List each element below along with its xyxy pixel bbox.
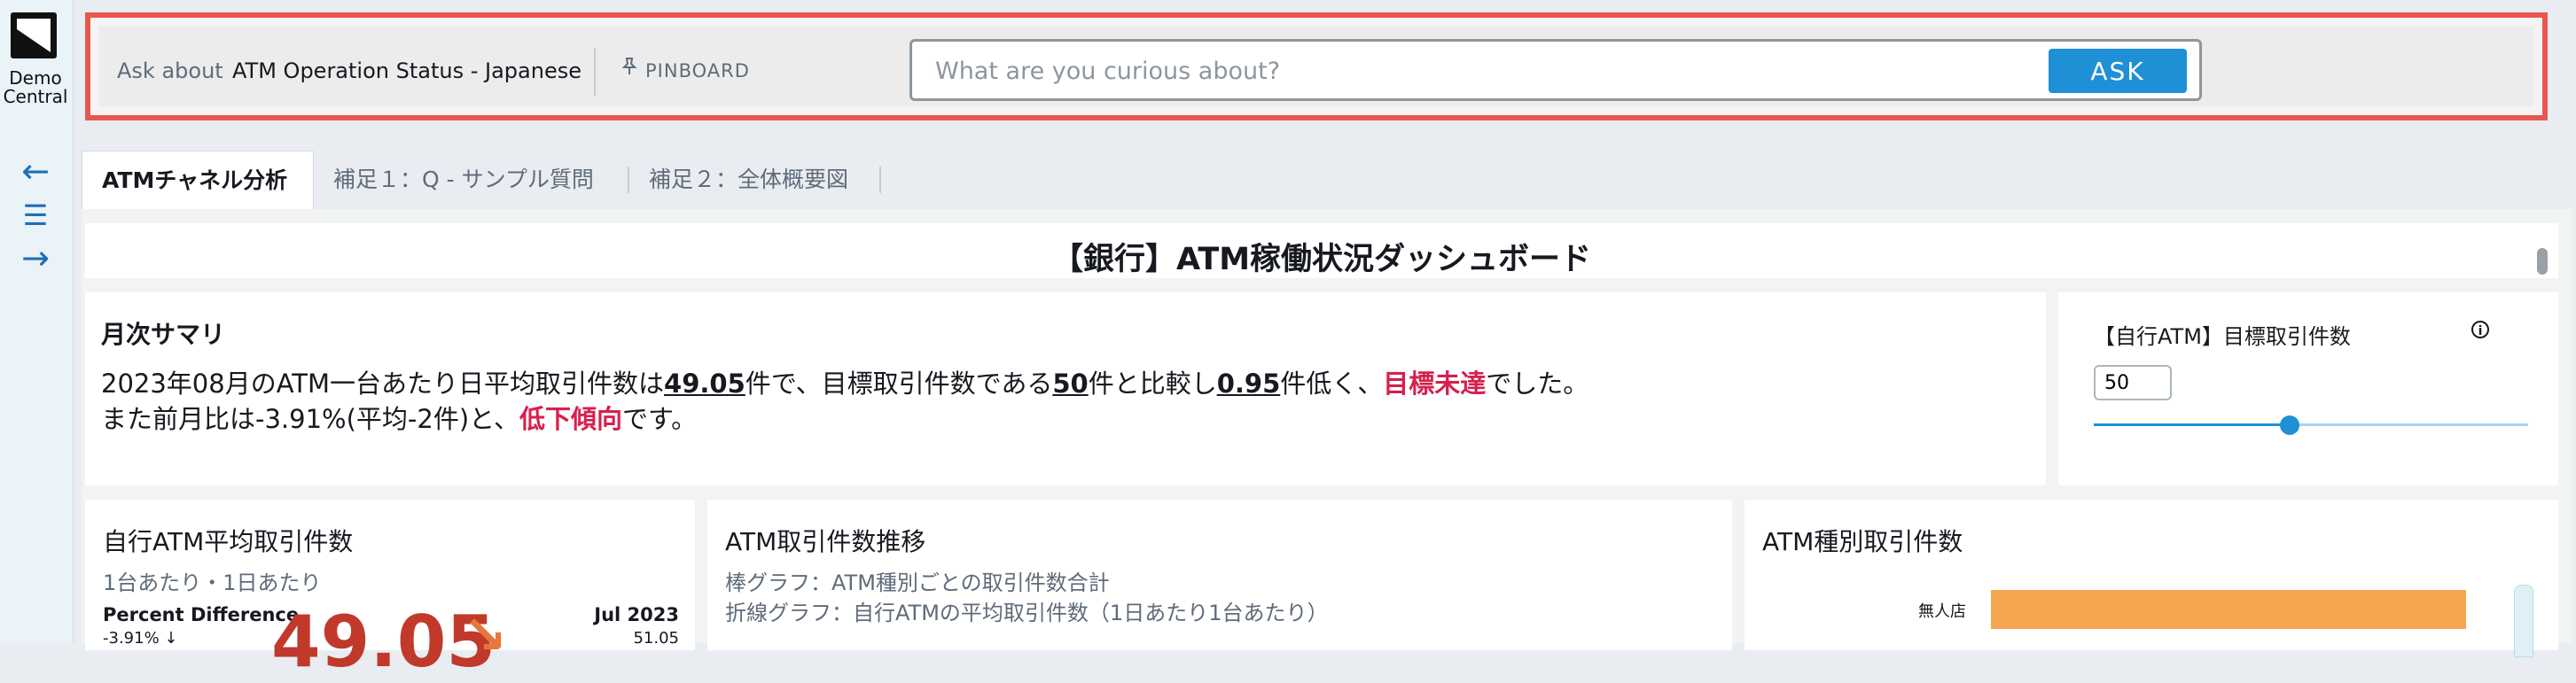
trend-title: ATM取引件数推移 [725,527,926,556]
comparison-period-value: 51.05 [633,629,679,648]
percent-difference-value: -3.91% ↓ [103,629,178,648]
bar-label: 無人店 [1918,602,1966,621]
ask-divider [594,48,596,96]
ask-button[interactable]: ASK [2049,49,2187,93]
menu-icon[interactable]: ☰ [16,200,55,230]
bar-unmanned-branch[interactable] [1991,590,2466,629]
slider-handle[interactable] [2279,415,2299,435]
tab-supplement-1[interactable]: 補足１：Q - サンプル質問 [314,151,613,209]
kpi-title: 自行ATM平均取引件数 [103,527,354,556]
trend-note-bar: 棒グラフ：ATM種別ごとの取引件数合計 [725,570,1110,595]
info-icon[interactable]: i [2471,321,2489,338]
ask-bar-highlight: Ask about ATM Operation Status - Japanes… [85,12,2548,120]
avg-transactions-kpi-card: 自行ATM平均取引件数 1台あたり・1日あたり Percent Differen… [85,500,695,683]
app-logo-text: Demo Central [3,67,68,107]
search-input[interactable] [933,42,2054,100]
percent-difference-label: Percent Difference [103,604,300,625]
pinboard-link[interactable]: PINBOARD [645,60,750,81]
search-box: ASK [909,39,2202,101]
monthly-summary-card: 月次サマリ 2023年08月のATM一台あたり日平均取引件数は49.05件で、目… [85,292,2046,485]
transaction-trend-card: ATM取引件数推移 棒グラフ：ATM種別ごとの取引件数合計 折線グラフ：自行AT… [707,500,1732,650]
summary-title: 月次サマリ [101,320,226,349]
comparison-period-label: Jul 2023 [594,604,679,625]
trend-note-line: 折線グラフ：自行ATMの平均取引件数（1日あたり1台あたり） [725,601,1329,625]
tab-separator [879,167,881,193]
kpi-subtitle: 1台あたり・1日あたり [103,570,322,595]
scrollbar[interactable] [2537,248,2548,275]
target-slider[interactable] [2094,415,2528,435]
ask-about-label: Ask about [117,58,223,83]
title-card: 【銀行】ATM稼働状況ダッシュボード [85,223,2558,278]
app-logo[interactable] [11,12,57,58]
dashboard-sheet: 【銀行】ATM稼働状況ダッシュボード 月次サマリ 2023年08月のATM一台あ… [82,209,2572,683]
atm-type-title: ATM種別取引件数 [1762,527,1963,556]
tab-supplement-2[interactable]: 補足２：全体概要図 [629,151,868,209]
ask-topic-selector[interactable]: ATM Operation Status - Japanese [232,58,582,83]
target-count-input[interactable] [2094,365,2172,400]
chart-scrollbar[interactable] [2514,585,2533,657]
ask-bar: Ask about ATM Operation Status - Japanes… [99,27,2533,106]
status-not-achieved: 目標未達 [1383,369,1487,399]
left-rail: Demo Central ← ☰ → [0,0,74,643]
dashboard-title: 【銀行】ATM稼働状況ダッシュボード [1051,242,1592,277]
back-arrow-icon[interactable]: ← [16,154,55,188]
parameter-title: 【自行ATM】目標取引件数 [2094,324,2351,349]
sheet-tabs: ATMチャネル分析 補足１：Q - サンプル質問 補足２：全体概要図 [82,151,2572,209]
tab-atm-channel-analysis[interactable]: ATMチャネル分析 [82,151,314,209]
trend-down-icon: ↘ [463,604,508,666]
status-declining: 低下傾向 [519,404,622,434]
summary-line-1: 2023年08月のATM一台あたり日平均取引件数は49.05件で、目標取引件数で… [101,369,1589,399]
summary-line-2: また前月比は-3.91%(平均-2件)と、低下傾向です。 [101,404,698,434]
target-parameter-card: 【自行ATM】目標取引件数 i [2058,292,2558,485]
forward-arrow-icon[interactable]: → [16,241,55,275]
atm-type-card: ATM種別取引件数 無人店 [1745,500,2558,657]
pin-icon[interactable] [621,57,638,81]
